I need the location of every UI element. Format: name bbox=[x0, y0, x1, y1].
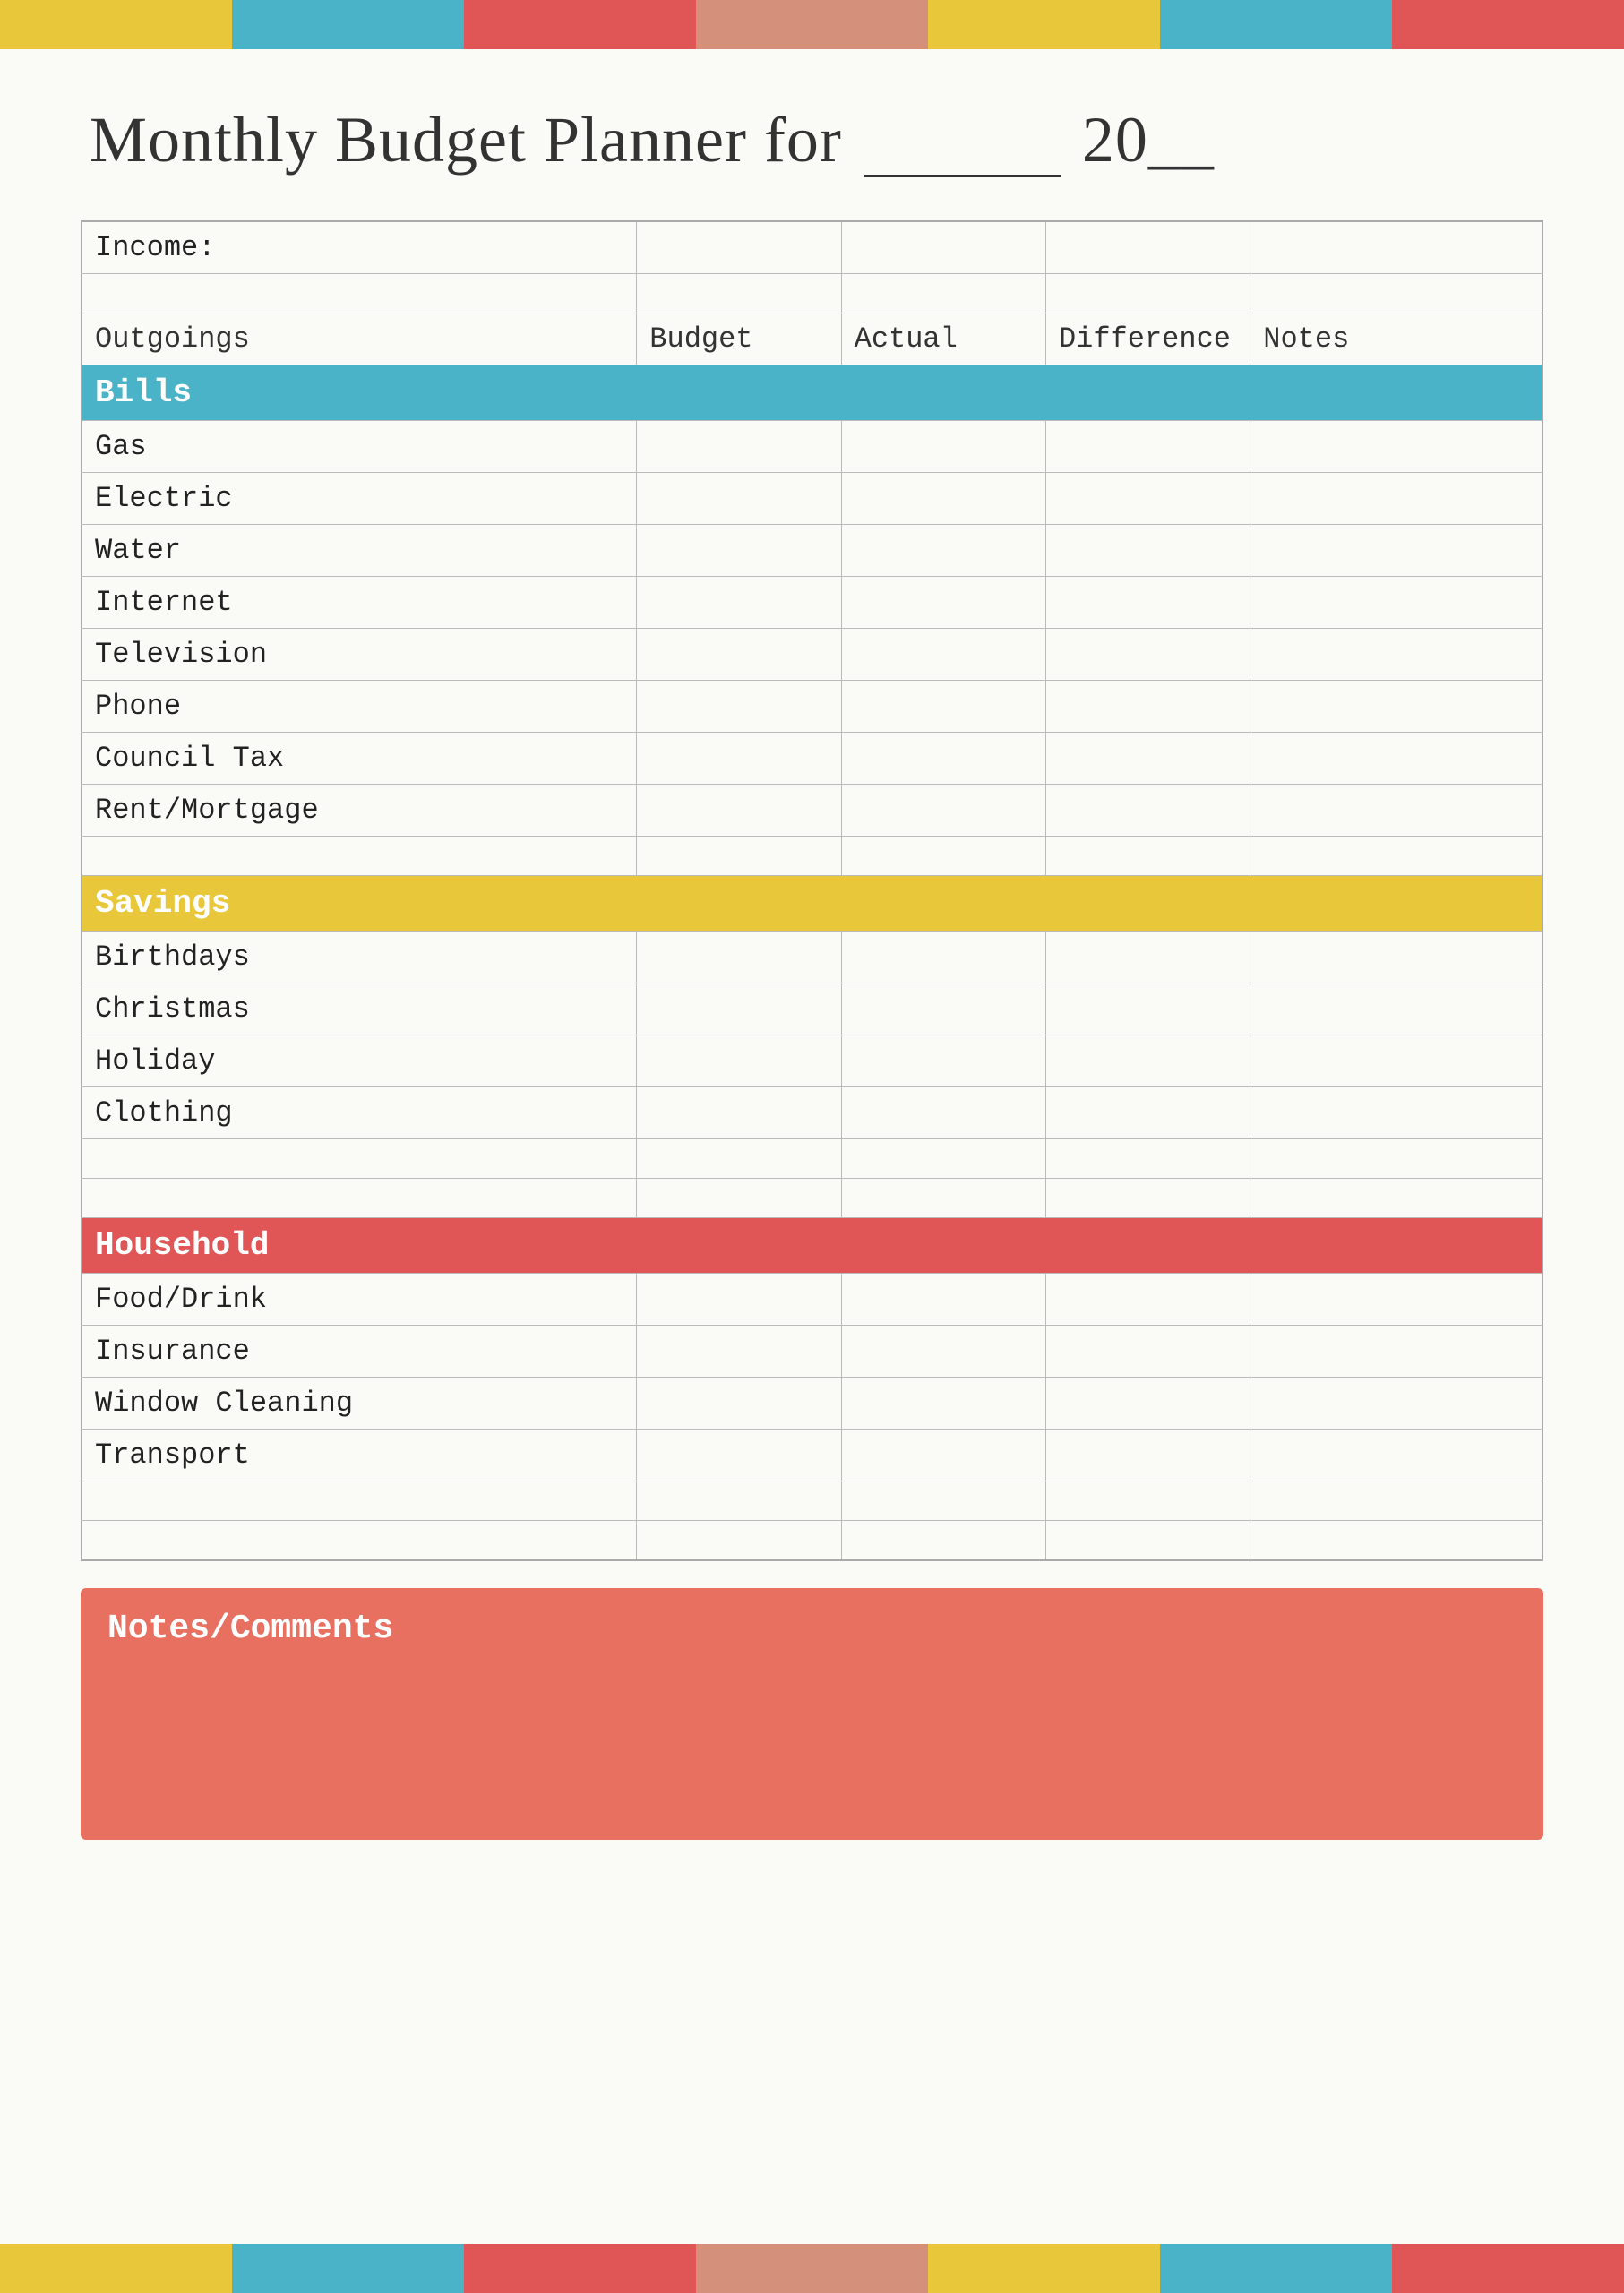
table-row: Internet bbox=[82, 577, 1542, 629]
budget-table: Income: Outgoings Budget Actual Differen… bbox=[81, 220, 1543, 1561]
row-food-label: Food/Drink bbox=[82, 1274, 637, 1326]
bottom-bar-7 bbox=[1392, 2244, 1624, 2293]
row-rent-label: Rent/Mortgage bbox=[82, 785, 637, 837]
month-line bbox=[864, 100, 1061, 177]
page: Monthly Budget Planner for 20__ Income: bbox=[0, 0, 1624, 2293]
bottom-bars bbox=[0, 2244, 1624, 2293]
table-row: Rent/Mortgage bbox=[82, 785, 1542, 837]
table-row: Holiday bbox=[82, 1035, 1542, 1087]
top-bar-5 bbox=[928, 0, 1160, 49]
bills-section-row: Bills bbox=[82, 365, 1542, 421]
row-gas-notes bbox=[1250, 421, 1542, 473]
col-diff-header: Difference bbox=[1045, 313, 1250, 365]
row-christmas-label: Christmas bbox=[82, 983, 637, 1035]
income-diff bbox=[1045, 221, 1250, 274]
bills-section-label: Bills bbox=[82, 365, 1542, 421]
col-notes-header: Notes bbox=[1250, 313, 1542, 365]
row-holiday-label: Holiday bbox=[82, 1035, 637, 1087]
savings-section-label: Savings bbox=[82, 876, 1542, 932]
row-gas-budget bbox=[637, 421, 841, 473]
table-row: Council Tax bbox=[82, 733, 1542, 785]
table-row: Birthdays bbox=[82, 932, 1542, 983]
empty-row-4 bbox=[82, 1179, 1542, 1218]
row-birthdays-label: Birthdays bbox=[82, 932, 637, 983]
bottom-bar-6 bbox=[1160, 2244, 1392, 2293]
row-clothing-label: Clothing bbox=[82, 1087, 637, 1139]
bottom-bar-4 bbox=[696, 2244, 928, 2293]
outgoings-label: Outgoings bbox=[82, 313, 637, 365]
table-row: Water bbox=[82, 525, 1542, 577]
income-actual bbox=[841, 221, 1045, 274]
row-internet-label: Internet bbox=[82, 577, 637, 629]
empty-row-2 bbox=[82, 837, 1542, 876]
top-bars bbox=[0, 0, 1624, 49]
top-bar-3 bbox=[464, 0, 696, 49]
notes-container: Notes/Comments bbox=[0, 1588, 1624, 1840]
bottom-bar-1 bbox=[0, 2244, 232, 2293]
row-gas-diff bbox=[1045, 421, 1250, 473]
table-container: Income: Outgoings Budget Actual Differen… bbox=[0, 220, 1624, 1561]
notes-title: Notes/Comments bbox=[107, 1610, 1517, 1648]
table-row: Window Cleaning bbox=[82, 1378, 1542, 1430]
top-bar-6 bbox=[1160, 0, 1392, 49]
table-row: Insurance bbox=[82, 1326, 1542, 1378]
income-notes bbox=[1250, 221, 1542, 274]
col-budget-header: Budget bbox=[637, 313, 841, 365]
row-television-label: Television bbox=[82, 629, 637, 681]
empty-row-3 bbox=[82, 1139, 1542, 1179]
row-council-tax-label: Council Tax bbox=[82, 733, 637, 785]
top-bar-7 bbox=[1392, 0, 1624, 49]
table-row: Transport bbox=[82, 1430, 1542, 1481]
table-row: Phone bbox=[82, 681, 1542, 733]
income-budget bbox=[637, 221, 841, 274]
row-insurance-label: Insurance bbox=[82, 1326, 637, 1378]
row-water-label: Water bbox=[82, 525, 637, 577]
savings-section-row: Savings bbox=[82, 876, 1542, 932]
top-bar-4 bbox=[696, 0, 928, 49]
income-label: Income: bbox=[82, 221, 637, 274]
household-section-row: Household bbox=[82, 1218, 1542, 1274]
household-section-label: Household bbox=[82, 1218, 1542, 1274]
row-window-cleaning-label: Window Cleaning bbox=[82, 1378, 637, 1430]
table-row: Clothing bbox=[82, 1087, 1542, 1139]
table-row: Gas bbox=[82, 421, 1542, 473]
income-row: Income: bbox=[82, 221, 1542, 274]
bottom-bar-2 bbox=[232, 2244, 464, 2293]
row-electric-label: Electric bbox=[82, 473, 637, 525]
row-gas-label: Gas bbox=[82, 421, 637, 473]
bottom-bar-3 bbox=[464, 2244, 696, 2293]
page-title: Monthly Budget Planner for 20__ bbox=[90, 103, 1534, 185]
bottom-bar-5 bbox=[928, 2244, 1160, 2293]
empty-row-1 bbox=[82, 274, 1542, 313]
row-transport-label: Transport bbox=[82, 1430, 637, 1481]
empty-row-6 bbox=[82, 1521, 1542, 1560]
row-phone-label: Phone bbox=[82, 681, 637, 733]
top-bar-1 bbox=[0, 0, 232, 49]
table-row: Food/Drink bbox=[82, 1274, 1542, 1326]
col-actual-header: Actual bbox=[841, 313, 1045, 365]
notes-content bbox=[107, 1657, 1517, 1818]
row-gas-actual bbox=[841, 421, 1045, 473]
top-bar-2 bbox=[232, 0, 464, 49]
title-area: Monthly Budget Planner for 20__ bbox=[0, 49, 1624, 220]
table-row: Electric bbox=[82, 473, 1542, 525]
table-row: Television bbox=[82, 629, 1542, 681]
notes-box: Notes/Comments bbox=[81, 1588, 1543, 1840]
outgoings-header-row: Outgoings Budget Actual Difference Notes bbox=[82, 313, 1542, 365]
table-row: Christmas bbox=[82, 983, 1542, 1035]
empty-row-5 bbox=[82, 1481, 1542, 1521]
